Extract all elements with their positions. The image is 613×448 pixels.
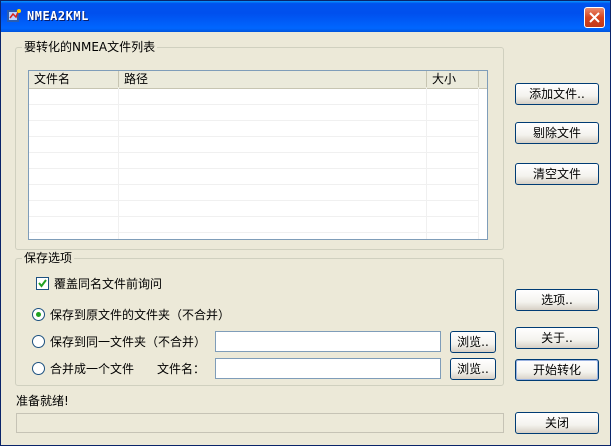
column-header-filename[interactable]: 文件名 [29, 71, 119, 87]
radio-save-same-folder-label: 保存到同一文件夹（不合并） [50, 335, 207, 349]
about-button[interactable]: 关于.. [515, 327, 599, 349]
list-row [29, 184, 479, 201]
title-bar[interactable]: NMEA2KML [1, 1, 610, 32]
list-row [29, 120, 479, 137]
clear-files-button[interactable]: 清空文件 [515, 163, 599, 185]
add-file-button[interactable]: 添加文件.. [515, 83, 599, 105]
file-list-group: 要转化的NMEA文件列表 文件名 路径 大小 [15, 40, 504, 250]
file-list-view[interactable]: 文件名 路径 大小 [28, 70, 488, 240]
overwrite-prompt-checkbox[interactable] [36, 277, 49, 290]
app-window: NMEA2KML 要转化的NMEA文件列表 文件名 路径 大小 添加文件.. 剔… [0, 0, 611, 446]
column-header-size[interactable]: 大小 [427, 71, 479, 87]
radio-save-original-folder-label: 保存到原文件的文件夹（不合并） [50, 308, 231, 322]
filename-label: 文件名： [157, 362, 206, 376]
list-row [29, 168, 479, 185]
list-row [29, 216, 479, 233]
app-icon [7, 9, 21, 22]
browse-filename-button[interactable]: 浏览.. [450, 358, 496, 380]
start-convert-button[interactable]: 开始转化 [515, 359, 599, 381]
radio-save-original-folder[interactable] [32, 308, 45, 321]
file-list-group-title: 要转化的NMEA文件列表 [22, 40, 158, 54]
save-options-group: 保存选项 覆盖同名文件前询问 保存到原文件的文件夹（不合并） 保存到同一文件夹（… [15, 251, 504, 386]
radio-save-same-folder[interactable] [32, 335, 45, 348]
checkmark-icon [38, 279, 47, 288]
options-button[interactable]: 选项.. [515, 289, 599, 311]
radio-merge-file-label: 合并成一个文件 [50, 362, 135, 376]
merge-filename-input[interactable] [215, 358, 441, 379]
progress-bar [16, 413, 504, 433]
close-window-button[interactable] [584, 7, 605, 28]
window-title: NMEA2KML [27, 9, 89, 23]
save-options-group-title: 保存选项 [22, 251, 75, 265]
folder-path-input[interactable] [215, 331, 441, 352]
file-list-header: 文件名 路径 大小 [29, 71, 487, 89]
browse-folder-button[interactable]: 浏览.. [450, 331, 496, 353]
list-row [29, 104, 479, 121]
list-row [29, 136, 479, 153]
status-text: 准备就绪! [16, 394, 69, 408]
close-button[interactable]: 关闭 [515, 412, 599, 434]
list-row [29, 200, 479, 217]
remove-file-button[interactable]: 剔除文件 [515, 122, 599, 144]
dialog-body: 要转化的NMEA文件列表 文件名 路径 大小 添加文件.. 剔除文件 清空文件 … [4, 32, 607, 443]
close-icon [589, 12, 600, 23]
column-header-path[interactable]: 路径 [119, 71, 427, 87]
overwrite-prompt-label: 覆盖同名文件前询问 [54, 277, 163, 291]
list-row [29, 152, 479, 169]
radio-merge-file[interactable] [32, 362, 45, 375]
list-row [29, 88, 479, 105]
